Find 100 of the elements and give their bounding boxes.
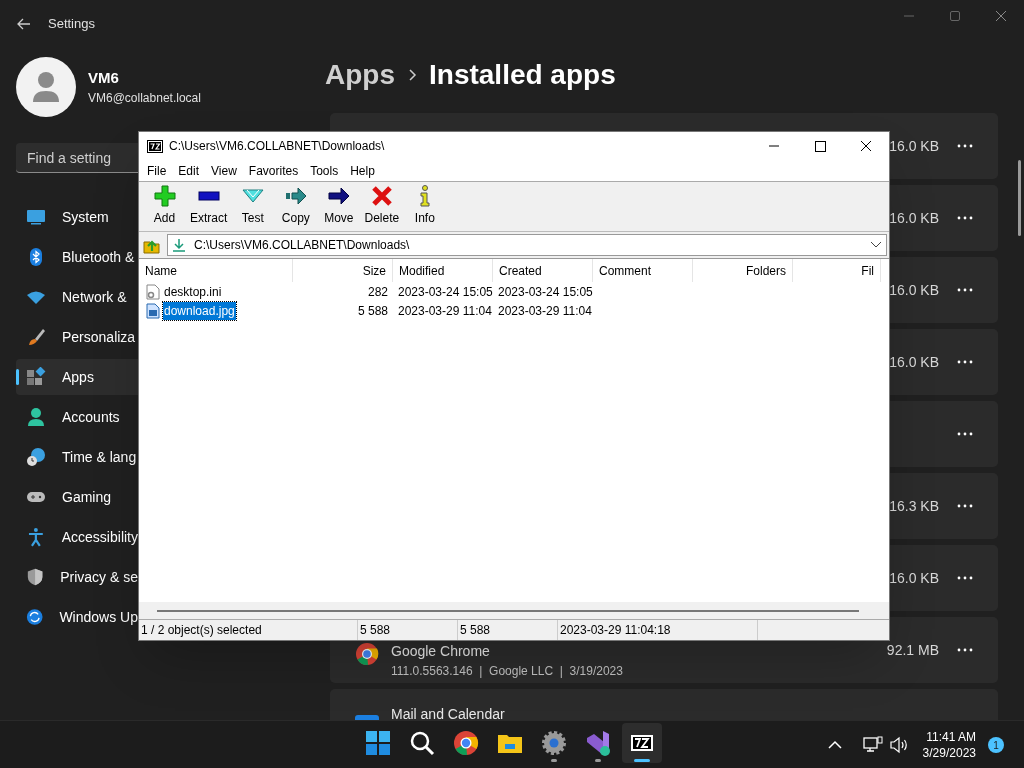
app-name: Mail and Calendar (391, 705, 506, 720)
menu-item[interactable]: Tools (304, 161, 345, 180)
nav-item[interactable]: System (16, 199, 138, 235)
app-size: 16.3 KB (889, 496, 939, 516)
ribbon-icon (584, 729, 612, 757)
apps-icon (26, 367, 46, 387)
toolbar-button[interactable]: Extract (186, 185, 232, 227)
more-icon[interactable] (957, 288, 973, 292)
plus-icon (153, 185, 176, 207)
notification-badge[interactable]: 1 (988, 737, 1004, 753)
monitor-icon (26, 207, 46, 227)
windows-logo-icon (364, 729, 392, 757)
gear-file-icon (145, 283, 161, 300)
app-size: 16.0 KB (889, 208, 939, 228)
nav-item[interactable]: Accounts (16, 399, 138, 435)
gear-icon (540, 729, 568, 757)
address-text: C:\Users\VM6.COLLABNET\Downloads\ (194, 237, 411, 254)
window-title: Settings (48, 15, 95, 34)
menu-item[interactable]: File (141, 161, 173, 180)
nav-item[interactable]: Windows Up (16, 599, 138, 635)
app-name: Google Chrome (391, 642, 491, 661)
volume-icon[interactable] (888, 736, 909, 754)
menu-item[interactable]: Edit (172, 161, 206, 180)
app-logo-icon (147, 139, 163, 153)
column-header[interactable]: Modified (393, 259, 493, 282)
file-name[interactable]: download.jpg (163, 301, 236, 320)
shield-icon (26, 567, 45, 587)
toolbar-button[interactable]: Copy (274, 185, 318, 227)
user-email: VM6@collabnet.local (88, 90, 201, 108)
column-header[interactable]: Name (139, 259, 293, 282)
app-size: 16.0 KB (889, 352, 939, 372)
app-size: 92.1 MB (886, 640, 939, 660)
more-icon[interactable] (957, 360, 973, 364)
search-field[interactable]: Find a setting (16, 143, 138, 173)
table-cell-text: 2023-03-24 15:05 (497, 283, 593, 301)
column-header[interactable]: Folders (693, 259, 793, 282)
app-size: 16.0 KB (889, 280, 939, 300)
refresh-icon (26, 607, 44, 627)
image-file-icon (145, 302, 161, 319)
page-title: Installed apps (429, 58, 616, 92)
table-cell-text: 2023-03-29 11:04 (497, 302, 593, 320)
nav-item[interactable]: Privacy & se (16, 559, 138, 595)
back-icon[interactable] (16, 16, 32, 32)
breadcrumb-link[interactable]: Apps (325, 54, 395, 96)
globe-clock-icon (26, 447, 46, 467)
clock-date[interactable]: 3/29/2023 (922, 745, 976, 761)
more-icon[interactable] (957, 432, 973, 436)
nav-item[interactable]: Time & lang (16, 439, 138, 475)
chevron-up-icon[interactable] (826, 740, 843, 750)
column-header[interactable]: Fil (793, 259, 881, 282)
more-icon[interactable] (957, 576, 973, 580)
app-size: 16.0 KB (889, 568, 939, 588)
arrow-right-icon (327, 185, 350, 207)
chrome-icon (452, 729, 480, 757)
app-details: 111.0.5563.146 | Google LLC | 3/19/2023 (391, 663, 624, 680)
taskbar-button[interactable] (622, 723, 662, 763)
scrollbar-thumb[interactable] (1018, 160, 1021, 236)
chrome-icon (355, 642, 379, 666)
table-cell-text: 2023-03-29 11:04 (397, 302, 493, 320)
brush-icon (26, 327, 46, 347)
user-name: VM6 (88, 67, 120, 88)
person-icon (26, 407, 46, 427)
status-text: 5 588 (358, 620, 458, 640)
column-header[interactable]: Size (293, 259, 393, 282)
table-cell-text: 2023-03-24 15:05 (397, 283, 493, 301)
column-header[interactable]: Comment (593, 259, 693, 282)
table-cell-text: 5 588 (356, 302, 389, 320)
toolbar-button[interactable]: Delete (360, 185, 404, 227)
status-text: 5 588 (458, 620, 558, 640)
address-bar[interactable]: C:\Users\VM6.COLLABNET\Downloads\ (167, 234, 887, 256)
nav-item[interactable]: Personaliza (16, 319, 138, 355)
window-title: C:\Users\VM6.COLLABNET\Downloads\ (169, 138, 386, 155)
toolbar-button[interactable]: Info (403, 185, 447, 227)
more-icon[interactable] (957, 144, 973, 148)
more-icon[interactable] (957, 648, 973, 652)
menu-item[interactable]: View (205, 161, 243, 180)
nav-item[interactable]: Gaming (16, 479, 138, 515)
file-name[interactable]: desktop.ini (163, 282, 223, 301)
toolbar-button[interactable]: Add (143, 185, 186, 227)
menu-item[interactable]: Favorites (242, 161, 305, 180)
delete-icon (370, 185, 393, 207)
nav-item[interactable]: Apps (16, 359, 138, 395)
scrollbar-thumb[interactable] (157, 609, 859, 612)
nav-item[interactable]: Bluetooth & (16, 239, 138, 275)
more-icon[interactable] (957, 216, 973, 220)
nav-item[interactable]: Accessibility (16, 519, 138, 555)
more-icon[interactable] (957, 504, 973, 508)
menu-item[interactable]: Help (344, 161, 381, 180)
table-cell-text: 282 (366, 283, 389, 301)
clock-time[interactable]: 11:41 AM (926, 729, 976, 745)
toolbar-button[interactable]: Move (317, 185, 361, 227)
accessibility-icon (26, 527, 46, 547)
network-icon[interactable] (862, 736, 883, 754)
toolbar-button[interactable]: Test (231, 185, 275, 227)
nav-item[interactable]: Network & (16, 279, 138, 315)
avatar-icon (16, 57, 76, 117)
chevron-icon (407, 68, 417, 82)
column-header[interactable]: Created (493, 259, 593, 282)
app-size: 16.0 KB (889, 136, 939, 156)
dropdown-icon[interactable] (870, 241, 882, 249)
